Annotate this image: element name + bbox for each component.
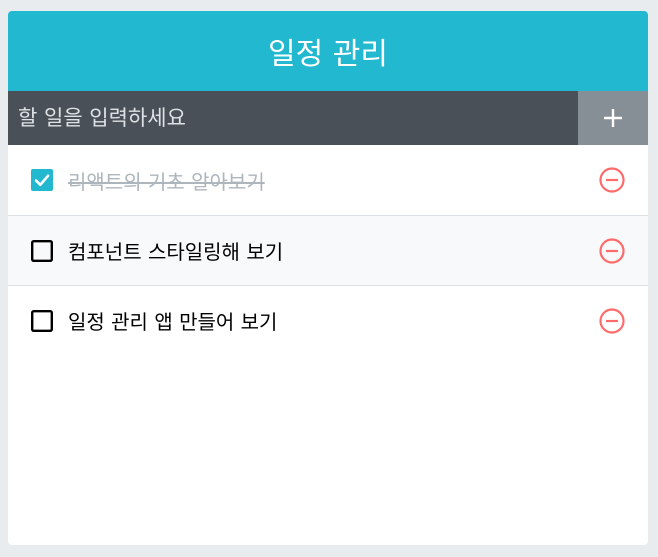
checkbox-empty-icon (30, 309, 54, 333)
checkbox-checked-icon (30, 168, 54, 192)
minus-circle-icon (599, 167, 625, 193)
todo-checkbox[interactable]: 리액트의 기초 알아보기 (30, 166, 598, 195)
plus-icon (604, 109, 622, 127)
todo-item: 리액트의 기초 알아보기 (8, 145, 648, 215)
todo-text: 일정 관리 앱 만들어 보기 (68, 310, 278, 334)
todo-template: 일정 관리 리액트의 기초 알아보기 (8, 11, 648, 545)
remove-todo-button[interactable] (598, 166, 626, 194)
app-title: 일정 관리 (8, 11, 648, 91)
todo-checkbox[interactable]: 컴포넌트 스타일링해 보기 (30, 236, 598, 265)
todo-item: 컴포넌트 스타일링해 보기 (8, 215, 648, 285)
todo-item: 일정 관리 앱 만들어 보기 (8, 285, 648, 355)
todo-insert-form (8, 91, 648, 145)
todo-input[interactable] (8, 91, 578, 145)
remove-todo-button[interactable] (598, 307, 626, 335)
todo-text: 리액트의 기초 알아보기 (68, 169, 265, 194)
todo-text: 컴포넌트 스타일링해 보기 (68, 240, 284, 264)
todo-list: 리액트의 기초 알아보기 컴포넌트 스타일링해 보기 일정 관리 앱 만들어 보… (8, 145, 648, 355)
add-todo-button[interactable] (578, 91, 648, 145)
todo-checkbox[interactable]: 일정 관리 앱 만들어 보기 (30, 306, 598, 335)
minus-circle-icon (599, 307, 625, 334)
minus-circle-icon (599, 237, 625, 264)
checkbox-empty-icon (30, 239, 54, 263)
remove-todo-button[interactable] (598, 237, 626, 265)
